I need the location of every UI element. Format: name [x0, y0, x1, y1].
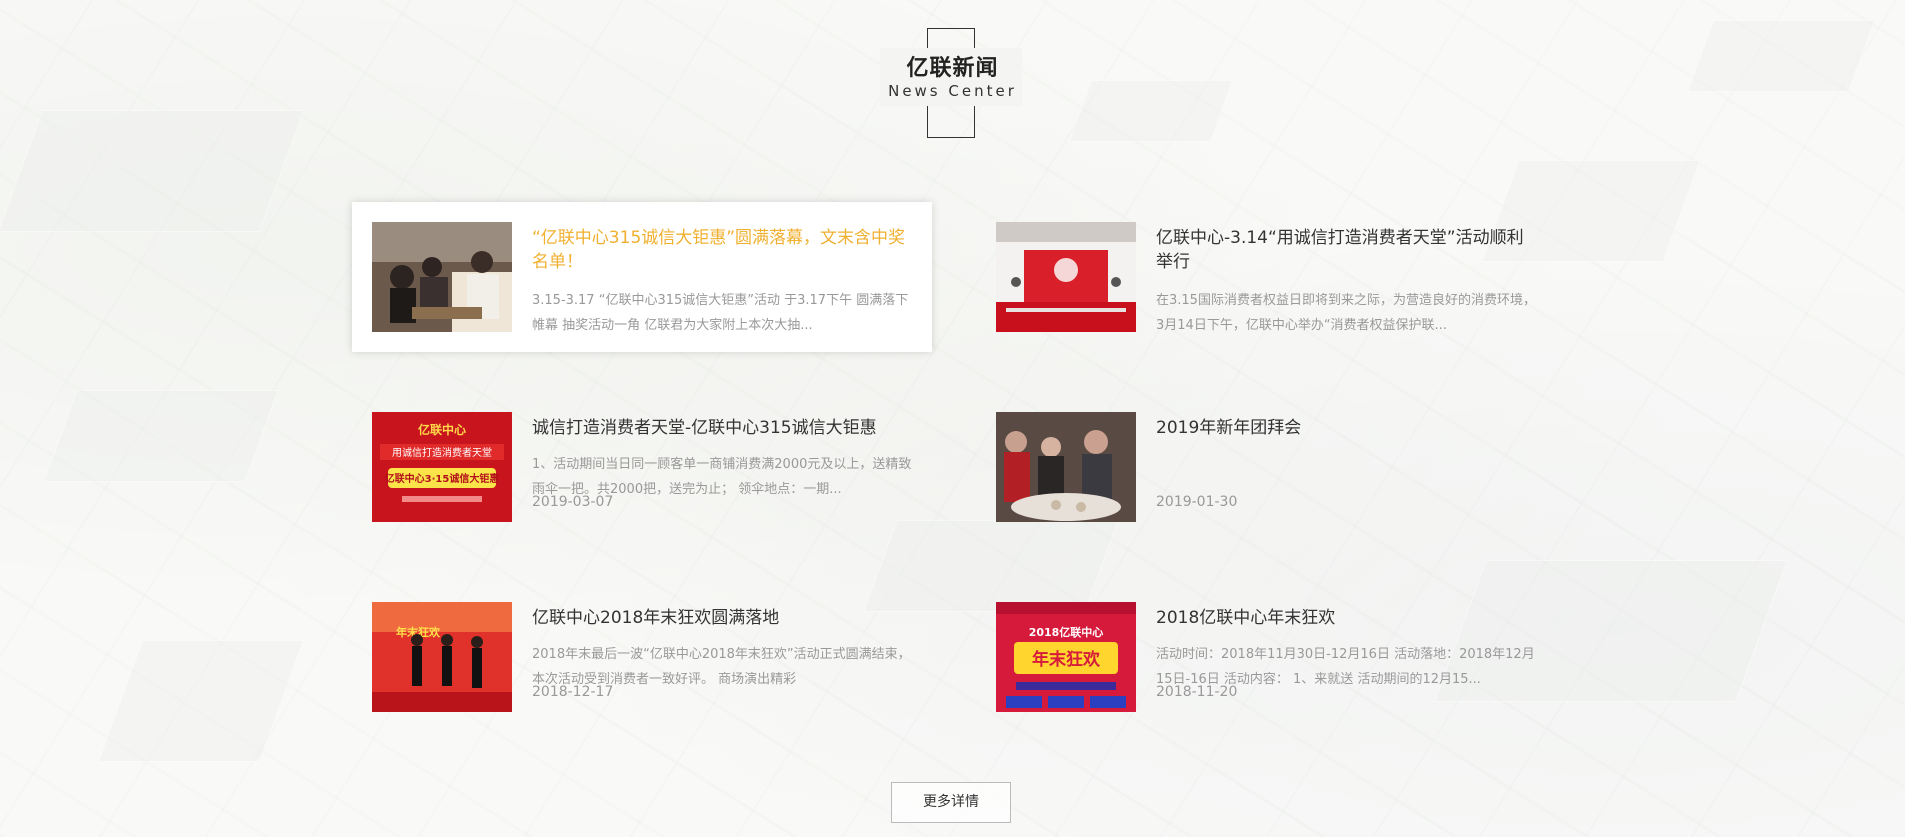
poster-line2: 亿联中心3·15诚信大钜惠: [385, 472, 500, 485]
news-card[interactable]: “亿联中心315诚信大钜惠”圆满落幕，文末含中奖名单！ 3.15-3.17 “亿…: [352, 202, 932, 352]
news-title[interactable]: 亿联中心2018年末狂欢圆满落地: [532, 606, 912, 630]
news-card[interactable]: 2019年新年团拜会 2019-01-30: [976, 392, 1556, 542]
news-card[interactable]: 亿联中心-3.14“用诚信打造消费者天堂”活动顺利举行 在3.15国际消费者权益…: [976, 202, 1556, 352]
news-card[interactable]: 亿联中心 用诚信打造消费者天堂 亿联中心3·15诚信大钜惠 诚信打造消费者天堂-…: [352, 392, 932, 542]
news-summary: 在3.15国际消费者权益日即将到来之际，为营造良好的消费环境，3月14日下午，亿…: [1156, 293, 1536, 333]
festival-top: 2018亿联中心: [1029, 625, 1104, 639]
dance-photo-icon: 年末狂欢: [372, 602, 512, 712]
festival-poster-icon: 2018亿联中心 年末狂欢: [996, 602, 1136, 712]
news-title[interactable]: 诚信打造消费者天堂-亿联中心315诚信大钜惠: [532, 416, 912, 440]
news-title[interactable]: 2018亿联中心年末狂欢: [1156, 606, 1536, 630]
poster-line1: 用诚信打造消费者天堂: [392, 446, 492, 459]
news-summary: 3.15-3.17 “亿联中心315诚信大钜惠”活动 于3.17下午 圆满落下帷…: [532, 293, 909, 333]
news-title[interactable]: 2019年新年团拜会: [1156, 416, 1536, 440]
news-title[interactable]: 亿联中心-3.14“用诚信打造消费者天堂”活动顺利举行: [1156, 226, 1536, 274]
more-details-button[interactable]: 更多详情: [891, 782, 1011, 823]
news-card[interactable]: 年末狂欢 亿联中心2018年末狂欢圆满落地 2018年末最后一波“亿联中心201…: [352, 582, 932, 732]
news-card[interactable]: 2018亿联中心 年末狂欢 2018亿联中心年末狂欢 活动时间：2018年11月…: [976, 582, 1556, 732]
news-title[interactable]: “亿联中心315诚信大钜惠”圆满落幕，文末含中奖名单！: [532, 226, 912, 274]
news-date: 2019-03-07: [532, 494, 614, 510]
news-date: 2019-01-30: [1156, 494, 1238, 510]
stage-photo-icon: [996, 222, 1136, 332]
news-date: 2018-12-17: [532, 684, 614, 700]
section-subtitle: News Center: [888, 82, 1017, 100]
poster-brand: 亿联中心: [418, 422, 466, 437]
banquet-photo-icon: [996, 412, 1136, 522]
poster-photo-icon: 亿联中心 用诚信打造消费者天堂 亿联中心3·15诚信大钜惠: [372, 412, 512, 522]
news-date: 2018-11-20: [1156, 684, 1238, 700]
festival-main: 年末狂欢: [1032, 649, 1101, 670]
section-title: 亿联新闻: [906, 56, 999, 81]
section-heading: 亿联新闻 News Center: [0, 28, 1905, 138]
event-photo-icon: [372, 222, 512, 332]
